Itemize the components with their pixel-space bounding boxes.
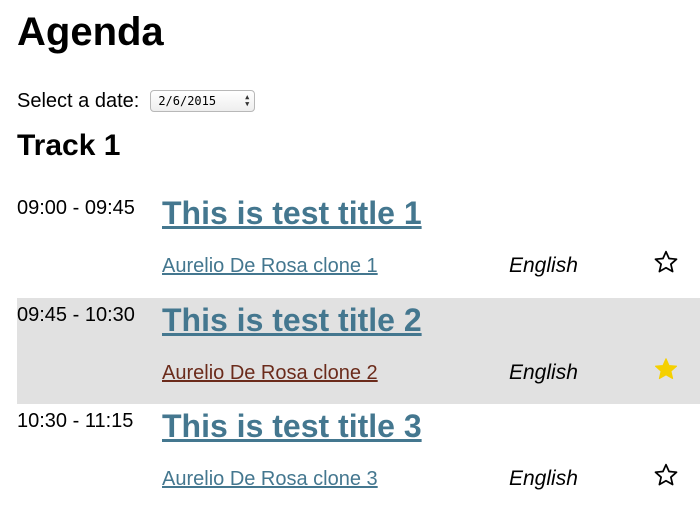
- date-label: Select a date:: [17, 90, 140, 112]
- session-title-link[interactable]: This is test title 1: [162, 193, 422, 233]
- session-language: English: [509, 467, 578, 490]
- session-title-link[interactable]: This is test title 2: [162, 300, 422, 340]
- session-time: 09:45 - 10:30: [17, 304, 135, 326]
- session-language: English: [509, 254, 578, 277]
- session-row: 10:30 - 11:15 This is test title 3 Aurel…: [17, 404, 700, 510]
- session-time: 10:30 - 11:15: [17, 410, 134, 432]
- speaker-link[interactable]: Aurelio De Rosa clone 1: [162, 254, 378, 278]
- date-value: 2/6/2015: [158, 94, 217, 108]
- star-icon[interactable]: [653, 462, 679, 488]
- chevron-up-down-icon: ▲ ▼: [245, 93, 250, 108]
- session-language: English: [509, 361, 578, 384]
- session-row: 09:00 - 09:45 This is test title 1 Aurel…: [17, 191, 700, 297]
- star-icon[interactable]: [653, 356, 679, 382]
- session-time: 09:00 - 09:45: [17, 197, 135, 219]
- star-icon[interactable]: [653, 249, 679, 275]
- page-title: Agenda: [17, 10, 164, 54]
- track-title: Track 1: [17, 129, 121, 162]
- date-select[interactable]: 2/6/2015 ▲ ▼: [150, 90, 256, 112]
- speaker-link[interactable]: Aurelio De Rosa clone 3: [162, 467, 378, 491]
- speaker-link[interactable]: Aurelio De Rosa clone 2: [162, 361, 378, 385]
- date-picker-row: Select a date: 2/6/2015 ▲ ▼: [17, 89, 256, 113]
- session-row: 09:45 - 10:30 This is test title 2 Aurel…: [17, 298, 700, 404]
- session-title-link[interactable]: This is test title 3: [162, 406, 422, 446]
